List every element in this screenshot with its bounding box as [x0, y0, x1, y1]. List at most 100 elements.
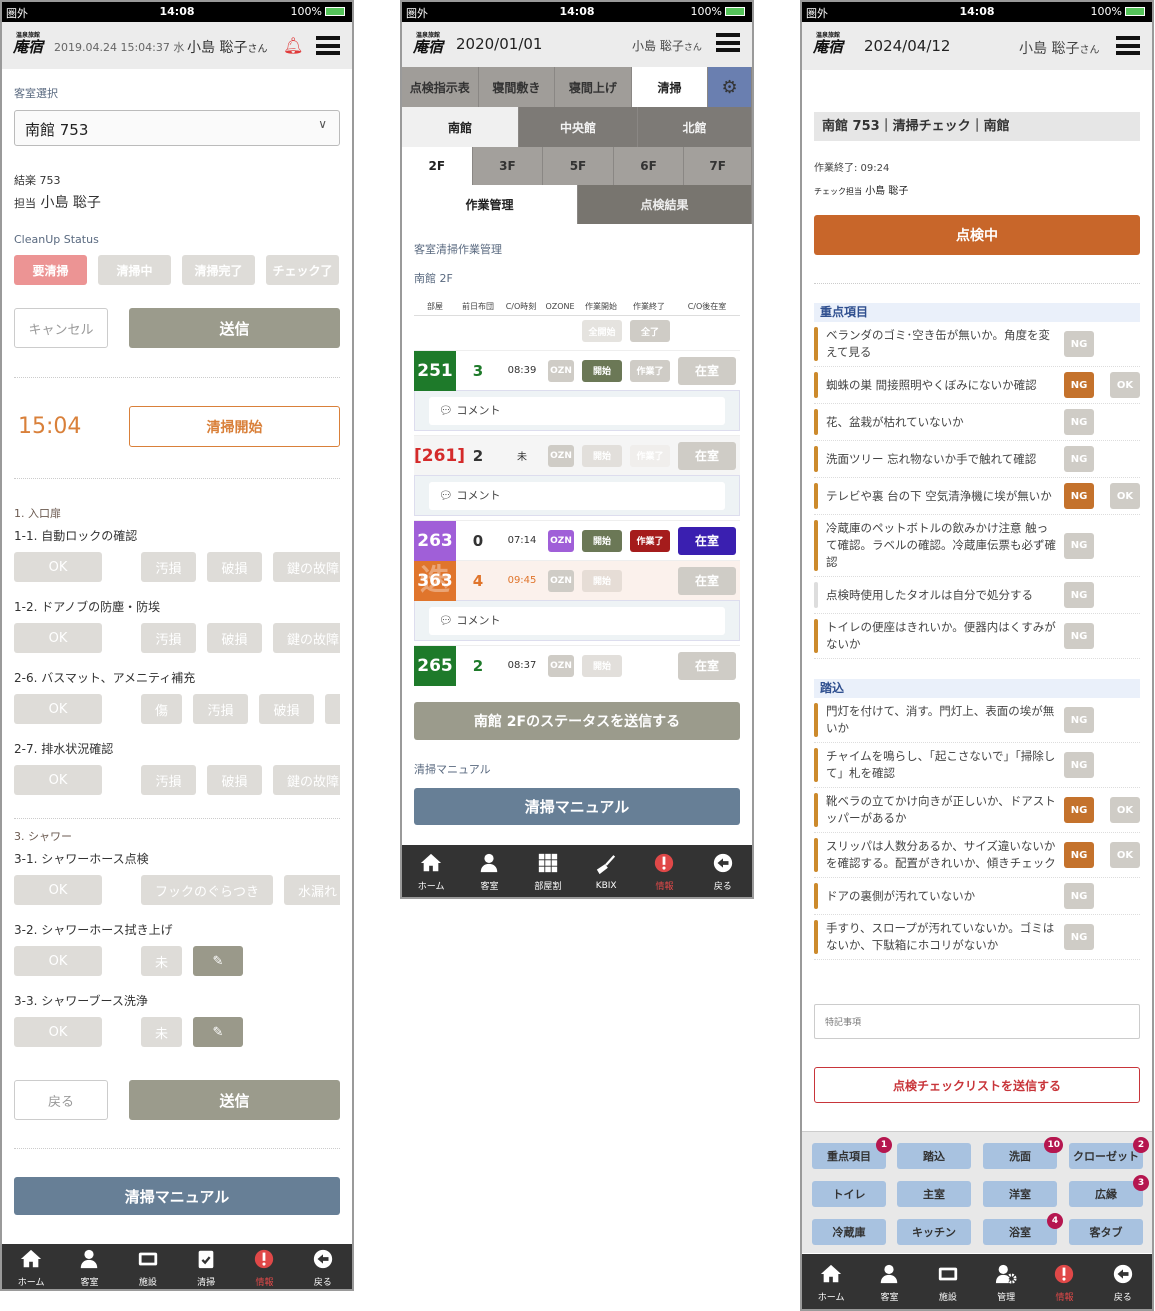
inspection-status-button[interactable]: 点検中	[814, 215, 1140, 255]
ng-button[interactable]: NG	[1064, 446, 1094, 472]
tab-7F[interactable]: 7F	[684, 147, 752, 185]
option-button[interactable]: 鍵の故障	[273, 765, 340, 795]
ng-button[interactable]: NG	[1064, 752, 1094, 778]
cancel-button[interactable]: キャンセル	[14, 308, 108, 348]
nav-alert[interactable]: 情報	[1035, 1254, 1093, 1309]
category-button[interactable]: 冷蔵庫	[812, 1219, 886, 1245]
ng-button[interactable]: NG	[1064, 483, 1094, 509]
notes-field[interactable]: 特記事項	[814, 1004, 1140, 1039]
ng-button[interactable]: NG	[1064, 532, 1094, 559]
category-button[interactable]: 客タブ	[1069, 1219, 1143, 1245]
end-button[interactable]	[630, 655, 670, 677]
menu-icon[interactable]	[316, 36, 340, 55]
option-button[interactable]: 破損	[259, 694, 314, 724]
option-button[interactable]: 汚損	[141, 623, 196, 653]
nav-grid[interactable]: 部屋割	[519, 845, 577, 897]
option-button[interactable]: 傷	[141, 694, 182, 724]
comment-field[interactable]: 💬︎ コメント	[429, 397, 725, 425]
status-button[interactable]: 清掃完了	[182, 255, 255, 285]
nav-facility[interactable]: 施設	[119, 1244, 177, 1289]
nav-back[interactable]: 戻る	[294, 1244, 352, 1289]
category-button[interactable]: トイレ	[812, 1181, 886, 1207]
end-button[interactable]: 作業了	[630, 444, 670, 467]
tab-寝間敷き[interactable]: 寝間敷き	[479, 67, 556, 107]
category-button[interactable]: 重点項目 1	[812, 1137, 892, 1169]
tab-清掃[interactable]: 清掃	[631, 67, 709, 107]
status-button[interactable]: 要清掃	[14, 255, 87, 285]
category-button[interactable]: 主室	[897, 1181, 971, 1207]
menu-icon[interactable]	[1116, 36, 1140, 55]
nav-home[interactable]: ホーム	[2, 1244, 60, 1289]
ok-button[interactable]: OK	[1110, 372, 1140, 398]
pencil-icon[interactable]: ✎	[193, 1017, 243, 1047]
ozone-button[interactable]: OZN	[548, 654, 574, 677]
option-button[interactable]: 汚損	[193, 694, 248, 724]
option-button[interactable]: 未	[141, 946, 182, 976]
ng-button[interactable]: NG	[1064, 372, 1094, 398]
start-button[interactable]: 開始	[582, 529, 622, 552]
comment-field[interactable]: 💬︎ コメント	[429, 482, 725, 510]
ok-button[interactable]: OK	[14, 623, 102, 653]
nav-clipboard[interactable]: 清掃	[177, 1244, 235, 1289]
nav-back[interactable]: 戻る	[694, 845, 752, 897]
nav-facility[interactable]: 施設	[919, 1254, 977, 1309]
ozone-button[interactable]: OZN	[548, 444, 574, 467]
start-cleaning-button[interactable]: 清掃開始	[129, 406, 340, 447]
ok-button[interactable]: OK	[14, 694, 102, 724]
ok-button[interactable]: OK	[14, 552, 102, 582]
ok-button[interactable]: OK	[1110, 483, 1140, 509]
ng-button[interactable]: NG	[1064, 842, 1094, 868]
ok-button[interactable]: OK	[1110, 797, 1140, 823]
pencil-icon[interactable]: ✎	[193, 946, 243, 976]
option-button[interactable]: 鍵の故障	[273, 623, 340, 653]
tab-3F[interactable]: 3F	[473, 147, 544, 185]
tab-作業管理[interactable]: 作業管理	[402, 185, 578, 224]
ng-button[interactable]: NG	[1064, 924, 1094, 950]
option-button[interactable]: フックのぐらつき	[141, 875, 274, 905]
category-button[interactable]: 踏込	[897, 1143, 971, 1169]
end-button[interactable]	[630, 570, 670, 592]
nav-person[interactable]: 客室	[460, 845, 518, 897]
tab-南館[interactable]: 南館	[402, 107, 519, 147]
tab-中央館[interactable]: 中央館	[519, 107, 638, 147]
stay-button[interactable]: 在室	[678, 356, 736, 385]
category-button[interactable]: 洋室	[983, 1181, 1057, 1207]
category-button[interactable]: 浴室 4	[983, 1213, 1063, 1245]
option-button[interactable]	[325, 694, 340, 724]
tab-5F[interactable]: 5F	[543, 147, 614, 185]
room-number[interactable]: 263	[414, 520, 456, 561]
category-button[interactable]: キッチン	[897, 1219, 971, 1245]
ok-button[interactable]: OK	[14, 1017, 102, 1047]
option-button[interactable]: 破損	[207, 552, 262, 582]
category-button[interactable]: 広縁 3	[1069, 1175, 1149, 1207]
nav-back[interactable]: 戻る	[1094, 1254, 1152, 1309]
status-button[interactable]: チェック了	[266, 255, 339, 285]
ok-button[interactable]: OK	[14, 946, 102, 976]
room-select[interactable]: 南館 753 ∨	[14, 110, 340, 146]
status-button[interactable]: 清掃中	[98, 255, 171, 285]
comment-field[interactable]: 💬︎ コメント	[429, 607, 725, 635]
ozone-button[interactable]: OZN	[548, 529, 574, 552]
option-button[interactable]: 破損	[207, 623, 262, 653]
back-button[interactable]: 戻る	[14, 1080, 108, 1120]
send-button[interactable]: 送信	[129, 308, 340, 348]
send-button-bottom[interactable]: 送信	[129, 1080, 340, 1120]
start-button[interactable]: 開始	[582, 569, 622, 592]
option-button[interactable]: 汚損	[141, 552, 196, 582]
tab-北館[interactable]: 北館	[638, 107, 752, 147]
bell-icon[interactable]: 🔔︎	[283, 36, 303, 55]
nav-person[interactable]: 客室	[860, 1254, 918, 1309]
end-button[interactable]: 作業了	[630, 359, 670, 382]
start-all-button[interactable]: 全開始	[582, 320, 622, 342]
end-button[interactable]: 作業了	[630, 529, 670, 552]
ok-button[interactable]: OK	[1110, 842, 1140, 868]
stay-button[interactable]: 在室	[678, 441, 736, 470]
option-button[interactable]: 汚損	[141, 765, 196, 795]
room-number[interactable]: 265	[414, 645, 456, 686]
nav-person[interactable]: 客室	[60, 1244, 118, 1289]
ng-button[interactable]: NG	[1064, 582, 1094, 608]
ok-button[interactable]: OK	[14, 765, 102, 795]
category-button[interactable]: クローゼット 2	[1069, 1137, 1149, 1169]
nav-home[interactable]: ホーム	[402, 845, 460, 897]
option-button[interactable]: 未	[141, 1017, 182, 1047]
